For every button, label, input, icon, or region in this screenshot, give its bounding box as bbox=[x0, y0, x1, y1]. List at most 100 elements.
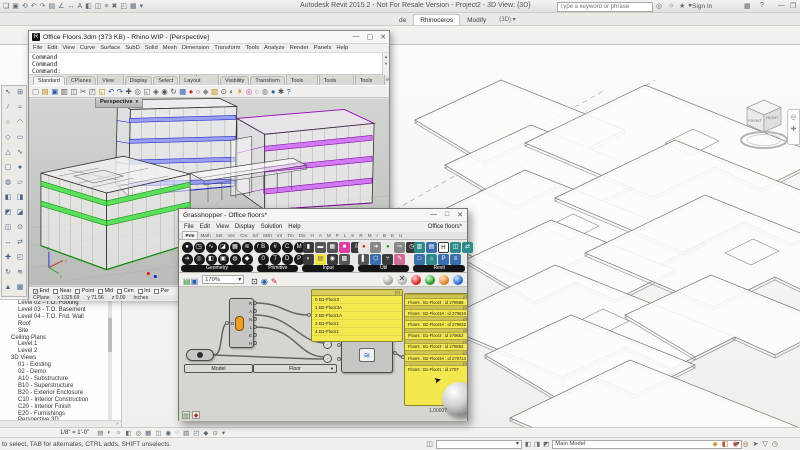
open-file-icon[interactable]: ▤ bbox=[42, 86, 49, 97]
osnap-point[interactable]: Point bbox=[75, 288, 94, 294]
polygon-icon[interactable]: △ bbox=[2, 146, 14, 161]
browser-item[interactable]: E20 - Furnishings bbox=[0, 411, 121, 418]
revit-view-icon[interactable]: ◫ bbox=[450, 242, 461, 253]
show-objects-icon[interactable]: ○ bbox=[196, 86, 201, 97]
zoom-window-icon[interactable]: ◱ bbox=[143, 86, 150, 97]
pan-icon[interactable]: ✚ bbox=[126, 86, 132, 97]
fillet-icon[interactable]: ◩ bbox=[2, 206, 14, 221]
gh-panel-floor-list[interactable]: {0} 0 B1-Floor31 B2-Floor3A2 B2-Floor1A3… bbox=[311, 289, 403, 342]
constraints-icon[interactable]: ⊙ bbox=[212, 429, 217, 437]
3d-view-icon[interactable]: ◧ bbox=[85, 1, 92, 12]
favorites-star-icon[interactable]: ★ bbox=[679, 2, 685, 10]
boolean-icon[interactable]: B bbox=[258, 242, 269, 253]
gh-tab-b-19[interactable]: B bbox=[380, 232, 388, 239]
save-icon[interactable]: ▣ bbox=[51, 86, 58, 97]
select-window-icon[interactable]: ⊞ bbox=[14, 86, 26, 101]
gh-tab-set-2[interactable]: Set bbox=[213, 232, 225, 239]
rhino-command-area[interactable]: CommandCommandCommand: ▲▼ bbox=[29, 53, 389, 75]
gh-group-label-util[interactable]: Util bbox=[358, 265, 410, 272]
paste-icon[interactable]: ◱ bbox=[98, 86, 105, 97]
rhino-tab-visibility[interactable]: Visibility bbox=[220, 76, 249, 85]
viewport-tab-perspective[interactable]: Perspective▾ bbox=[95, 98, 143, 108]
temporary-view-icon[interactable]: ▧ bbox=[183, 429, 189, 437]
plane-icon[interactable]: ◳ bbox=[194, 242, 205, 253]
boolean-difference-icon[interactable]: ⊙ bbox=[14, 221, 26, 236]
gh-menu-edit[interactable]: Edit bbox=[200, 224, 210, 230]
osnap-mid[interactable]: Mid bbox=[98, 288, 113, 294]
freeform-curve-icon[interactable]: ∿ bbox=[14, 146, 26, 161]
object-snap-icon[interactable]: ⊙ bbox=[221, 86, 227, 97]
gh-canvas[interactable]: D RANLEH Model Floor▼ ◦ ◦ ≋ {0} 0 B1-Flo… bbox=[179, 287, 467, 421]
measure-icon[interactable]: ∠ bbox=[58, 1, 64, 12]
preview-orange-icon[interactable] bbox=[439, 275, 449, 285]
exclude-options-icon[interactable]: ◎ bbox=[743, 440, 749, 448]
color-wheel-icon[interactable]: ◎ bbox=[246, 86, 253, 97]
section-icon[interactable]: ◫ bbox=[95, 1, 102, 12]
close-hidden-windows-icon[interactable]: ✖ bbox=[111, 1, 117, 12]
circle-param-icon[interactable]: ◎ bbox=[194, 254, 205, 265]
gh-tab-r-16[interactable]: R bbox=[357, 232, 365, 239]
background-process-icon[interactable]: ◷ bbox=[772, 440, 778, 448]
view-scale-button[interactable]: 1/8" = 1'-0" bbox=[60, 430, 89, 436]
mesh-param-icon[interactable]: ▦ bbox=[230, 242, 241, 253]
data-dam-icon[interactable]: ▌ bbox=[358, 254, 369, 265]
visual-style-icon[interactable]: ◐ bbox=[107, 429, 111, 436]
viewcube-front-label[interactable]: FRONT bbox=[748, 118, 762, 123]
rhino-menu-curve[interactable]: Curve bbox=[80, 44, 95, 52]
gh-param-pill-2[interactable]: ◦ bbox=[323, 354, 332, 363]
rhino-menu-mesh[interactable]: Mesh bbox=[163, 44, 177, 52]
group-param-icon[interactable]: ◍ bbox=[230, 254, 241, 265]
gh-tab-m-17[interactable]: M bbox=[365, 232, 374, 239]
copy-object-icon[interactable]: ◰ bbox=[14, 251, 26, 266]
sun-icon[interactable]: ☀ bbox=[236, 86, 243, 97]
rhino-tab-standard[interactable]: Standard bbox=[33, 76, 65, 85]
surface-param-icon[interactable]: ◧ bbox=[206, 254, 217, 265]
browser-item[interactable]: A10 - Substructure bbox=[0, 376, 121, 383]
checkbox-icon[interactable] bbox=[117, 289, 122, 294]
dropdown-arrow-icon[interactable]: ▼ bbox=[330, 366, 334, 371]
rhino-menu-analyze[interactable]: Analyze bbox=[264, 44, 285, 52]
hide-isolate-icon[interactable]: ◉ bbox=[165, 429, 171, 437]
array-icon[interactable]: ▦ bbox=[14, 281, 26, 296]
switch-windows-icon[interactable]: ◰ bbox=[120, 1, 127, 12]
rhino-menu-solid[interactable]: Solid bbox=[145, 44, 158, 52]
new-file-icon[interactable]: ▢ bbox=[32, 86, 39, 97]
redo-icon[interactable]: ↷ bbox=[117, 86, 123, 97]
close-icon[interactable]: ✕ bbox=[380, 33, 386, 41]
communication-center-icon[interactable]: ☼ bbox=[668, 2, 674, 9]
gh-group-label-input[interactable]: Input bbox=[302, 265, 354, 272]
preview-red-icon[interactable] bbox=[411, 275, 421, 285]
browser-item[interactable]: Level 04 - T.O. Fnd. Wall bbox=[0, 314, 121, 321]
thin-lines-icon[interactable]: ≡ bbox=[104, 1, 108, 12]
copy-screen-icon[interactable]: ◫ bbox=[70, 86, 77, 97]
gh-tab-crv-4[interactable]: Crv bbox=[238, 232, 250, 239]
scroll-arrow-icon[interactable]: ▼ bbox=[383, 60, 389, 67]
displacement-icon[interactable]: ◆ bbox=[203, 429, 208, 437]
search-binoculars-icon[interactable]: ◎ bbox=[656, 2, 662, 10]
layer-dialog-icon[interactable]: ▧ bbox=[211, 86, 218, 97]
reveal-hidden-icon[interactable]: ○ bbox=[175, 429, 179, 436]
browser-item[interactable]: Level 2 bbox=[0, 348, 121, 355]
osnap-cen[interactable]: Cen bbox=[117, 288, 133, 294]
osnap-end[interactable]: ✓End bbox=[33, 288, 49, 294]
text-icon[interactable]: A bbox=[77, 1, 82, 12]
worksharing-display-icon[interactable]: ◰ bbox=[193, 429, 199, 437]
loft-icon[interactable]: ◧ bbox=[2, 191, 14, 206]
select-icon[interactable]: ↖ bbox=[2, 86, 14, 101]
viewcube-right-label[interactable]: RIGHT bbox=[766, 115, 779, 120]
gh-valuelist-floor[interactable]: Floor▼ bbox=[253, 364, 337, 373]
gh-menu-help[interactable]: Help bbox=[288, 224, 300, 230]
gh-button-component[interactable] bbox=[186, 349, 214, 361]
navigation-bar[interactable]: ◎✚ bbox=[787, 109, 800, 145]
rhino-menu-transform[interactable]: Transform bbox=[214, 44, 240, 52]
user-interface-icon[interactable]: ▦ bbox=[130, 1, 137, 12]
browser-item[interactable]: 3D Views bbox=[0, 355, 121, 362]
rhino-tab-display[interactable]: Display bbox=[125, 76, 153, 85]
gh-tab-dis-9[interactable]: Dis bbox=[296, 232, 308, 239]
print-icon[interactable]: ▥ bbox=[61, 86, 68, 97]
checkbox-icon[interactable] bbox=[75, 289, 80, 294]
colour-swatch-icon[interactable]: ■ bbox=[339, 242, 350, 253]
maximize-icon[interactable]: □ bbox=[445, 211, 449, 219]
zoom-extents-canvas-icon[interactable]: ⊡ bbox=[251, 277, 258, 286]
tab-overflow-icon[interactable]: » bbox=[386, 76, 389, 85]
